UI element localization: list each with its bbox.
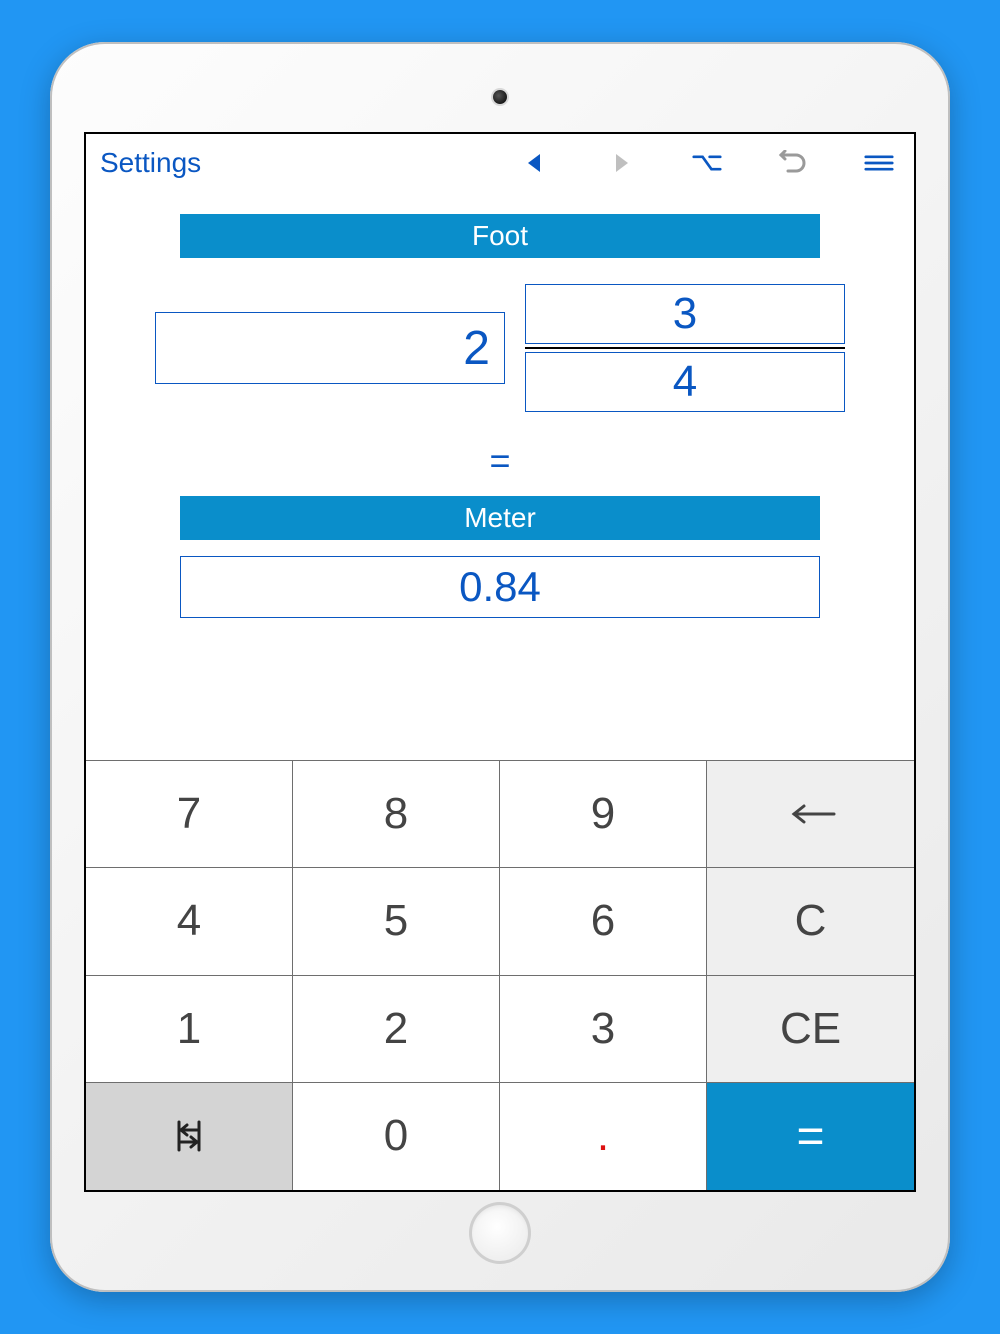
nav-next-icon[interactable] bbox=[606, 148, 636, 178]
from-unit-selector[interactable]: Foot bbox=[180, 214, 820, 258]
key-8[interactable]: 8 bbox=[293, 761, 500, 868]
to-unit-selector[interactable]: Meter bbox=[180, 496, 820, 540]
key-6[interactable]: 6 bbox=[500, 868, 707, 975]
numerator-input[interactable]: 3 bbox=[525, 284, 845, 344]
keypad: 7 8 9 4 5 6 C 1 2 3 CE bbox=[86, 760, 914, 1190]
key-1[interactable]: 1 bbox=[86, 976, 293, 1083]
decimal-dot-icon: . bbox=[597, 1114, 609, 1158]
key-0[interactable]: 0 bbox=[293, 1083, 500, 1190]
result-output[interactable]: 0.84 bbox=[180, 556, 820, 618]
key-swap[interactable] bbox=[86, 1083, 293, 1190]
fraction-line bbox=[525, 347, 845, 349]
whole-number-input[interactable]: 2 bbox=[155, 312, 505, 384]
settings-link[interactable]: Settings bbox=[100, 147, 201, 179]
key-equals[interactable]: = bbox=[707, 1083, 914, 1190]
option-key-icon[interactable] bbox=[692, 148, 722, 178]
nav-prev-icon[interactable] bbox=[520, 148, 550, 178]
fraction-input-row: 2 3 4 bbox=[155, 284, 845, 412]
toolbar-icons bbox=[520, 148, 900, 178]
undo-icon[interactable] bbox=[778, 148, 808, 178]
conversion-panel: Foot 2 3 4 = Meter 0.84 bbox=[86, 192, 914, 760]
front-camera bbox=[493, 90, 507, 104]
menu-icon[interactable] bbox=[864, 148, 894, 178]
tablet-frame: Settings bbox=[50, 42, 950, 1292]
key-4[interactable]: 4 bbox=[86, 868, 293, 975]
equals-label: = bbox=[489, 440, 510, 482]
key-clear-entry[interactable]: CE bbox=[707, 976, 914, 1083]
home-button[interactable] bbox=[469, 1202, 531, 1264]
top-toolbar: Settings bbox=[86, 134, 914, 192]
key-7[interactable]: 7 bbox=[86, 761, 293, 868]
key-backspace[interactable] bbox=[707, 761, 914, 868]
key-clear[interactable]: C bbox=[707, 868, 914, 975]
key-decimal[interactable]: . bbox=[500, 1083, 707, 1190]
key-5[interactable]: 5 bbox=[293, 868, 500, 975]
key-2[interactable]: 2 bbox=[293, 976, 500, 1083]
key-3[interactable]: 3 bbox=[500, 976, 707, 1083]
screen: Settings bbox=[84, 132, 916, 1192]
key-9[interactable]: 9 bbox=[500, 761, 707, 868]
denominator-input[interactable]: 4 bbox=[525, 352, 845, 412]
